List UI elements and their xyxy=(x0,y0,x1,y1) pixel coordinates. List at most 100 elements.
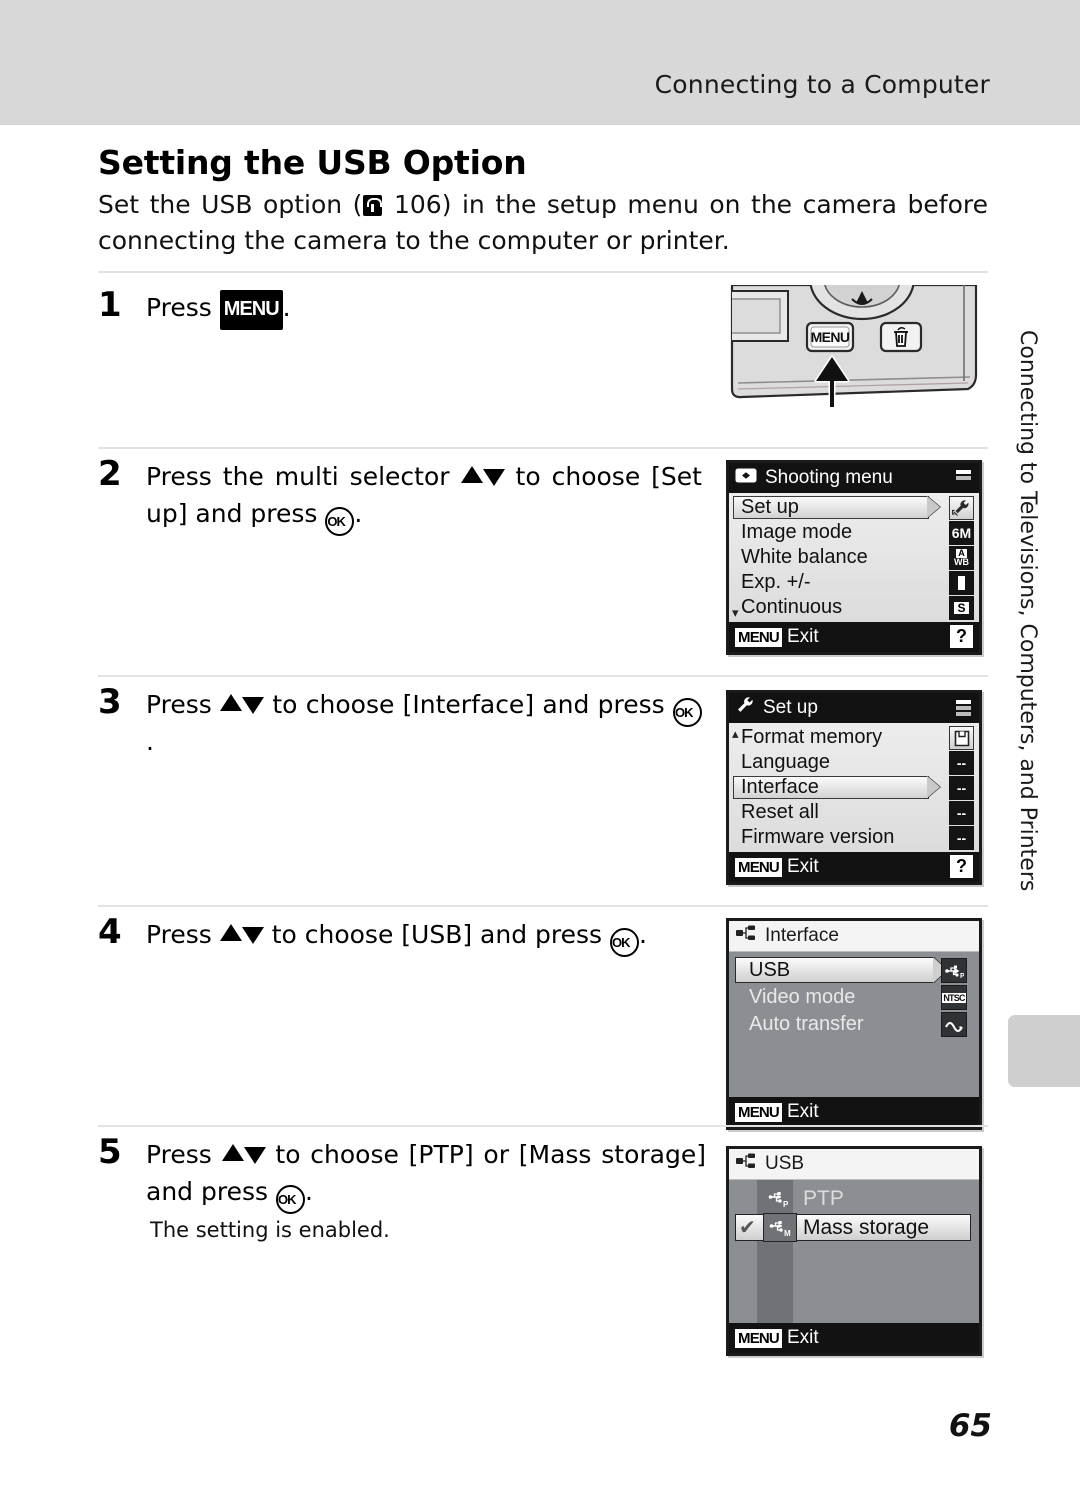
intro-page-ref: 106 xyxy=(393,190,442,219)
shooting-menu-footer: MENU Exit ? xyxy=(729,622,979,652)
menu-item-label: Image mode xyxy=(741,521,853,543)
usb-menu-title: USB xyxy=(765,1153,805,1174)
dashes-icon: -- xyxy=(949,801,974,825)
menu-item-mass-storage[interactable]: ✔ M Mass storage xyxy=(733,1213,975,1242)
menu-badge: MENU xyxy=(735,1328,782,1348)
intro-text-before: Set the USB option ( xyxy=(98,190,363,219)
scroll-indicator xyxy=(956,470,971,482)
menu-item-image-mode[interactable]: Image mode 6M xyxy=(729,520,979,545)
menu-badge: MENU xyxy=(735,857,782,877)
step2-tail: . xyxy=(354,499,363,528)
usb-menu-titlebar: USB xyxy=(729,1149,979,1180)
menu-item-usb[interactable]: USB P xyxy=(735,957,973,984)
white-balance-icon: A WB xyxy=(949,546,974,570)
exit-label: Exit xyxy=(786,1101,819,1122)
menu-item-auto-transfer[interactable]: Auto transfer xyxy=(735,1011,973,1038)
triangle-down-icon xyxy=(482,469,505,486)
image-size-icon: 6M xyxy=(949,521,974,545)
page-content: Setting the USB Option Set the USB optio… xyxy=(0,125,1080,1486)
menu-item-label: Mass storage xyxy=(803,1215,930,1239)
step-number-5: 5 xyxy=(98,1132,122,1172)
ok-button-glyph: OK xyxy=(325,507,355,536)
camera-back-illustration: MENU xyxy=(728,237,980,409)
usb-menu-list: P PTP ✔ M Mass storage xyxy=(729,1180,979,1323)
shooting-menu-titlebar: Shooting menu xyxy=(729,463,979,493)
step2-lead: Press the multi selector xyxy=(146,462,461,491)
menu-badge: MENU xyxy=(735,1102,782,1122)
menu-item-set-up[interactable]: Set up xyxy=(729,495,979,520)
auto-transfer-icon xyxy=(941,1012,967,1037)
step-divider-2 xyxy=(98,447,988,449)
step-number-1: 1 xyxy=(98,285,122,325)
step-divider-1 xyxy=(98,271,988,273)
ok-button-glyph: OK xyxy=(275,1185,305,1214)
exit-label: Exit xyxy=(786,1327,819,1348)
dashes-icon: -- xyxy=(949,826,974,850)
menu-item-white-balance[interactable]: White balance A WB xyxy=(729,545,979,570)
menu-item-label: Auto transfer xyxy=(749,1013,864,1035)
menu-item-label: Exp. +/- xyxy=(741,571,811,593)
menu-item-continuous[interactable]: ▾ Continuous S xyxy=(729,595,979,620)
step1-tail: . xyxy=(282,293,291,322)
step-text-5: Press to choose [PTP] or [Mass storage] … xyxy=(146,1136,706,1214)
menu-item-label: Language xyxy=(741,751,830,773)
interface-icon xyxy=(735,1152,757,1176)
menu-item-language[interactable]: Language -- xyxy=(729,750,979,775)
step-divider-5 xyxy=(98,1125,988,1127)
exposure-icon xyxy=(949,571,974,595)
triangle-down-icon xyxy=(242,697,265,714)
camera-icon xyxy=(735,466,757,490)
svg-text:M: M xyxy=(784,1229,791,1238)
menu-item-format-memory[interactable]: ▴ Format memory xyxy=(729,725,979,750)
triangle-down-icon xyxy=(243,1147,266,1164)
format-memory-icon xyxy=(949,726,974,750)
usb-mass-icon: M xyxy=(763,1213,797,1242)
help-icon[interactable]: ? xyxy=(950,625,973,648)
ok-button-glyph: OK xyxy=(673,698,702,727)
setup-menu-list: ▴ Format memory Language -- Interface --… xyxy=(729,723,979,852)
shooting-menu-title: Shooting menu xyxy=(765,467,893,488)
triangle-up-icon xyxy=(221,1144,244,1161)
scroll-up-caret: ▴ xyxy=(732,726,739,741)
menu-item-label: White balance xyxy=(741,546,868,568)
step5-tail: . xyxy=(304,1177,313,1206)
exit-label: Exit xyxy=(786,856,819,877)
svg-text:MENU: MENU xyxy=(811,329,850,345)
triangle-up-icon xyxy=(219,924,242,941)
step-text-2: Press the multi selector to choose [Set … xyxy=(146,458,702,536)
menu-item-label: Reset all xyxy=(741,801,819,823)
interface-icon xyxy=(735,924,757,948)
help-icon[interactable]: ? xyxy=(950,855,973,878)
header-title: Connecting to a Computer xyxy=(654,70,990,99)
menu-item-video-mode[interactable]: Video mode NTSC xyxy=(735,984,973,1011)
menu-item-firmware-version[interactable]: Firmware version -- xyxy=(729,825,979,850)
triangle-up-icon xyxy=(220,694,243,711)
shooting-menu-screen: Shooting menu Set up Image mode 6M White… xyxy=(726,460,982,655)
menu-item-interface[interactable]: Interface -- xyxy=(729,775,979,800)
svg-text:P: P xyxy=(783,1200,789,1209)
triangle-down-icon xyxy=(241,927,264,944)
continuous-icon: S xyxy=(949,596,974,620)
step1-lead: Press xyxy=(146,293,220,322)
scroll-indicator xyxy=(956,700,971,718)
step3-tail: . xyxy=(146,727,154,756)
step4-lead: Press xyxy=(146,920,220,949)
step3-lead: Press xyxy=(146,690,221,719)
page-reference-icon xyxy=(363,195,383,216)
setup-menu-title: Set up xyxy=(763,697,818,718)
setup-menu-footer: MENU Exit ? xyxy=(729,852,979,882)
menu-item-ptp[interactable]: P PTP xyxy=(733,1184,975,1213)
ok-button-glyph: OK xyxy=(610,928,640,957)
step-divider-3 xyxy=(98,675,988,677)
step-divider-4 xyxy=(98,905,988,907)
step-text-1: Press MENU. xyxy=(146,289,702,331)
menu-button-glyph: MENU xyxy=(219,290,283,330)
checkmark-icon: ✔ xyxy=(739,1217,756,1239)
menu-item-exposure[interactable]: Exp. +/- xyxy=(729,570,979,595)
menu-item-label: Format memory xyxy=(741,726,883,748)
step4-tail: . xyxy=(639,920,647,949)
menu-item-reset-all[interactable]: Reset all -- xyxy=(729,800,979,825)
menu-item-label: Set up xyxy=(741,496,799,518)
interface-menu-footer: MENU Exit xyxy=(729,1097,979,1127)
scroll-down-caret: ▾ xyxy=(732,605,739,620)
